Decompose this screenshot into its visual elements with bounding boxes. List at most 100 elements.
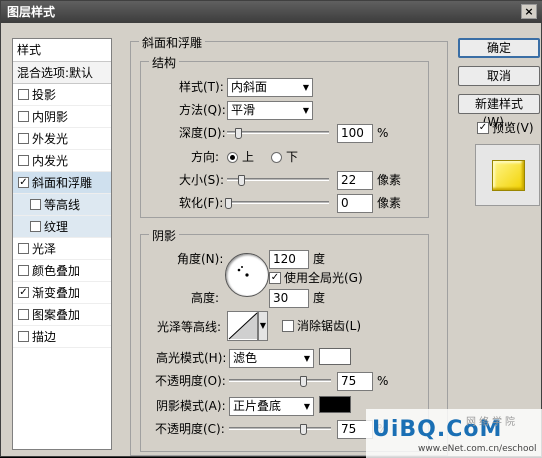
style-list-item[interactable]: 外发光	[13, 128, 111, 150]
chevron-down-icon[interactable]: ▼	[258, 311, 268, 341]
chevron-down-icon: ▼	[302, 83, 309, 92]
style-checkbox[interactable]	[18, 309, 29, 320]
style-checkbox[interactable]: ✓	[18, 177, 29, 188]
highlight-opacity-unit: %	[377, 374, 389, 388]
depth-input[interactable]: 100	[337, 124, 373, 143]
size-label: 大小(S):	[179, 173, 225, 187]
dialog-title: 图层样式	[7, 5, 56, 19]
style-list-item[interactable]: 颜色叠加	[13, 260, 111, 282]
style-list-item-label: 内阴影	[32, 110, 69, 124]
watermark-url: www.eNet.com.cn/eschool	[418, 444, 537, 454]
style-list-item-label: 内发光	[32, 154, 69, 168]
style-list-item[interactable]: 投影	[13, 84, 111, 106]
close-icon[interactable]: ×	[521, 4, 537, 19]
style-list-item-label: 斜面和浮雕	[32, 176, 93, 190]
size-input[interactable]: 22	[337, 171, 373, 190]
style-list-item-label: 渐变叠加	[32, 286, 81, 300]
style-list-item-label: 描边	[32, 330, 57, 344]
altitude-input[interactable]: 30	[269, 289, 309, 308]
highlight-mode-dropdown[interactable]: 滤色 ▼	[229, 349, 314, 368]
style-checkbox[interactable]	[30, 199, 41, 210]
style-list-item[interactable]: 内发光	[13, 150, 111, 172]
style-label: 样式(T):	[179, 80, 224, 94]
depth-slider-thumb[interactable]	[235, 128, 242, 139]
style-checkbox[interactable]	[18, 155, 29, 166]
highlight-opacity-input[interactable]: 75	[337, 372, 373, 391]
chevron-down-icon: ▼	[303, 354, 310, 363]
blend-options-item[interactable]: 混合选项:默认	[13, 62, 111, 84]
style-list-item-label: 光泽	[32, 242, 57, 256]
style-list-item[interactable]: 光泽	[13, 238, 111, 260]
depth-label: 深度(D):	[179, 126, 226, 140]
style-list-item[interactable]: 图案叠加	[13, 304, 111, 326]
ok-button[interactable]: 确定	[458, 38, 540, 58]
direction-up-radio[interactable]	[227, 152, 238, 163]
highlight-opacity-slider-thumb[interactable]	[300, 376, 307, 387]
style-list-item[interactable]: 内阴影	[13, 106, 111, 128]
direction-label: 方向:	[191, 150, 220, 164]
layer-style-dialog: 图层样式 × 样式 混合选项:默认 投影 内阴影 外发光 内发光 ✓ 斜面和浮雕 等高线 纹理…	[0, 0, 542, 458]
style-checkbox[interactable]	[18, 111, 29, 122]
anti-alias-label: 消除锯齿(L)	[297, 319, 362, 333]
style-list-item-label: 图案叠加	[32, 308, 81, 322]
style-list-item[interactable]: ✓ 渐变叠加	[13, 282, 111, 304]
shadow-color-swatch[interactable]	[319, 396, 351, 413]
preview-swatch	[492, 160, 525, 191]
chevron-down-icon: ▼	[303, 402, 310, 411]
style-checkbox[interactable]: ✓	[18, 287, 29, 298]
angle-dial[interactable]	[225, 253, 269, 297]
shadow-opacity-slider-track[interactable]	[229, 427, 331, 430]
angle-unit: 度	[313, 252, 326, 266]
global-light-checkbox[interactable]: ✓	[269, 272, 281, 284]
direction-up-label: 上	[242, 150, 255, 164]
highlight-mode-label: 高光模式(H):	[156, 351, 227, 365]
style-preview	[475, 144, 540, 206]
soften-slider-track[interactable]	[227, 201, 329, 204]
site-watermark: UiBQ.CoM 网络学院 www.eNet.com.cn/eschool	[366, 409, 542, 458]
shadow-mode-dropdown[interactable]: 正片叠底 ▼	[229, 397, 314, 416]
dialog-title-bar: 图层样式 ×	[1, 1, 542, 23]
preview-label: 预览(V)	[492, 121, 534, 135]
style-checkbox[interactable]	[18, 133, 29, 144]
style-list-item[interactable]: ✓ 斜面和浮雕	[13, 172, 111, 194]
depth-slider-track[interactable]	[227, 131, 329, 134]
soften-unit: 像素	[377, 196, 402, 210]
anti-alias-checkbox[interactable]	[282, 320, 294, 332]
style-list-item[interactable]: 描边	[13, 326, 111, 348]
watermark-side-text: 网络学院	[466, 417, 518, 428]
style-list-item[interactable]: 纹理	[13, 216, 111, 238]
style-list-item-label: 纹理	[44, 220, 69, 234]
structure-title: 结构	[149, 54, 180, 71]
style-list-item[interactable]: 等高线	[13, 194, 111, 216]
style-checkbox[interactable]	[18, 265, 29, 276]
direction-down-radio[interactable]	[271, 152, 282, 163]
soften-input[interactable]: 0	[337, 194, 373, 213]
style-checkbox[interactable]	[18, 243, 29, 254]
size-slider-thumb[interactable]	[238, 175, 245, 186]
highlight-opacity-label: 不透明度(O):	[155, 374, 226, 388]
soften-slider-thumb[interactable]	[225, 198, 232, 209]
highlight-opacity-slider-track[interactable]	[229, 379, 331, 382]
direction-down-label: 下	[286, 150, 299, 164]
style-checkbox[interactable]	[18, 331, 29, 342]
style-list-item-label: 颜色叠加	[32, 264, 81, 278]
style-list-item-label: 等高线	[44, 198, 81, 212]
new-style-button[interactable]: 新建样式(W)...	[458, 94, 540, 129]
technique-dropdown-value: 平滑	[231, 103, 256, 117]
style-checkbox[interactable]	[30, 221, 41, 232]
gloss-contour-preview[interactable]	[227, 311, 258, 341]
angle-input[interactable]: 120	[269, 250, 309, 269]
style-checkbox[interactable]	[18, 89, 29, 100]
global-light-label: 使用全局光(G)	[284, 271, 363, 285]
technique-dropdown[interactable]: 平滑 ▼	[227, 101, 313, 120]
style-dropdown[interactable]: 内斜面 ▼	[227, 78, 313, 97]
altitude-unit: 度	[313, 291, 326, 305]
style-dropdown-value: 内斜面	[231, 80, 268, 94]
shading-title: 阴影	[149, 227, 180, 244]
preview-checkbox[interactable]: ✓	[477, 122, 489, 134]
cancel-button[interactable]: 取消	[458, 66, 540, 86]
style-list-header[interactable]: 样式	[13, 39, 111, 62]
shadow-opacity-slider-thumb[interactable]	[300, 424, 307, 435]
technique-label: 方法(Q):	[179, 103, 226, 117]
highlight-color-swatch[interactable]	[319, 348, 351, 365]
